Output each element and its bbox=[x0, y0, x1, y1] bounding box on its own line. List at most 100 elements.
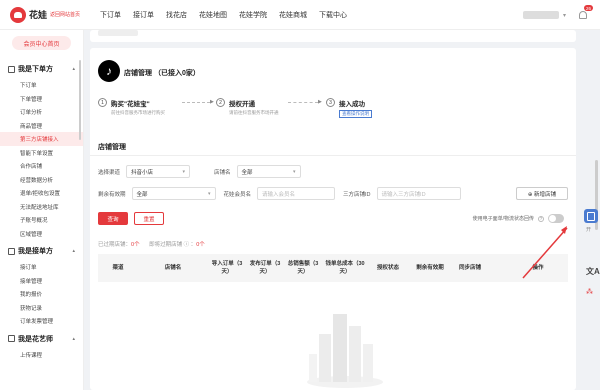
step-connector bbox=[182, 102, 210, 103]
channel-select[interactable]: 抖音小店 ▾ bbox=[126, 165, 191, 178]
notification-bell[interactable]: 26 bbox=[576, 5, 594, 22]
divider bbox=[90, 155, 576, 156]
sidebar-item-partner-shops[interactable]: 合作店铺 bbox=[0, 159, 83, 173]
sidebar-item-place-order[interactable]: 下订单 bbox=[0, 78, 83, 92]
sidebar-item-third-party-shop[interactable]: 第三方店铺接入 bbox=[0, 132, 83, 146]
step-1: 1 购买"花娃宝" 前往抖音服务市场进行购买 bbox=[98, 98, 165, 116]
chevron-down-icon[interactable]: ▾ bbox=[563, 12, 566, 19]
nav-find-shop[interactable]: 找花店 bbox=[166, 10, 187, 20]
col-channel: 渠道 bbox=[112, 264, 124, 271]
expiring-count: 0个 bbox=[196, 242, 205, 248]
chevron-up-icon: ▴ bbox=[72, 335, 75, 342]
nav-mall[interactable]: 花娃商城 bbox=[279, 10, 307, 20]
validity-label: 剩余有效期 bbox=[98, 191, 126, 198]
step-number: 1 bbox=[98, 98, 107, 107]
sidebar-item-order-management[interactable]: 下单管理 bbox=[0, 92, 83, 106]
notification-badge: 26 bbox=[584, 5, 594, 11]
nav-receive-order[interactable]: 接订单 bbox=[133, 10, 154, 20]
validity-select[interactable]: 全部 ▾ bbox=[131, 187, 216, 200]
step-connector bbox=[288, 102, 318, 103]
sidebar-item-refund-settings[interactable]: 退单/拒收包设置 bbox=[0, 186, 83, 200]
sidebar-item-sub-accounts[interactable]: 子账号概况 bbox=[0, 213, 83, 227]
chevron-up-icon: ▴ bbox=[72, 66, 75, 72]
step-3: 3 接入成功 查看操作说明 bbox=[326, 98, 372, 118]
main-content: ♪ 店铺管理 （已接入0家） 1 购买"花娃宝" 前往抖音服务市场进行购买 ▶ … bbox=[90, 30, 580, 390]
reset-button[interactable]: 重置 bbox=[134, 212, 164, 225]
step-desc: 请前往抖音服务市场开通 bbox=[229, 110, 279, 115]
management-title: 店铺管理 bbox=[98, 144, 126, 151]
translate-icon[interactable]: 文A bbox=[586, 266, 600, 277]
sidebar-item-my-quotes[interactable]: 我的报价 bbox=[0, 287, 83, 301]
sidebar-item-goods-records[interactable]: 获物记录 bbox=[0, 301, 83, 315]
col-remaining-validity: 剩余有效期 bbox=[416, 264, 444, 271]
expiry-stats: 已过期店铺：0个 即将过期店铺 ⓘ ：0个 bbox=[98, 240, 205, 248]
filter-row-2: 剩余有效期 全部 ▾ 花娃会员名 请输入会员名 三方店铺ID 请输入三方店铺ID bbox=[98, 187, 461, 200]
back-home-link[interactable]: 返回网站首页 bbox=[50, 11, 80, 18]
access-steps: 1 购买"花娃宝" 前往抖音服务市场进行购买 ▶ 2 授权开通 请前往抖音服务市… bbox=[98, 98, 568, 128]
eorder-toggle-group: 使用电子面单/物流状态回传 ? bbox=[473, 214, 564, 223]
third-shop-id-label: 三方店铺ID bbox=[343, 191, 371, 198]
user-name-blurred[interactable] bbox=[522, 11, 559, 19]
add-shop-button[interactable]: ⊕ 新增店铺 bbox=[516, 187, 568, 200]
shop-access-title: 店铺管理 （已接入0家） bbox=[124, 70, 200, 77]
filter-row-1: 选择渠道 抖音小店 ▾ 店铺名 全部 ▾ bbox=[98, 165, 301, 178]
sidebar-item-receive-order[interactable]: 接订单 bbox=[0, 260, 83, 274]
logo-mark-icon bbox=[10, 6, 26, 23]
member-center-label: 会员中心首页 bbox=[23, 41, 60, 48]
member-name-input[interactable]: 请输入会员名 bbox=[257, 187, 336, 200]
sidebar-group-buyer[interactable]: 我是下单方 ▴ bbox=[0, 60, 83, 78]
member-center-button[interactable]: 会员中心首页 bbox=[12, 36, 71, 50]
member-name-label: 花娃会员名 bbox=[223, 191, 252, 198]
douyin-logo-icon: ♪ bbox=[98, 60, 120, 82]
shop-name-select[interactable]: 全部 ▾ bbox=[236, 165, 301, 178]
logo-text: 花娃 bbox=[29, 10, 48, 20]
receive-icon bbox=[8, 247, 15, 255]
sidebar-item-smart-order[interactable]: 智能下单设置 bbox=[0, 146, 83, 160]
validity-value: 全部 bbox=[136, 191, 148, 198]
step-title: 购买"花娃宝" bbox=[111, 101, 150, 108]
sidebar-item-order-analysis[interactable]: 订单分析 bbox=[0, 105, 83, 119]
document-icon[interactable] bbox=[584, 209, 598, 223]
query-button[interactable]: 查询 bbox=[98, 212, 128, 225]
step-number: 2 bbox=[216, 98, 225, 107]
view-guide-button[interactable]: 查看操作说明 bbox=[339, 110, 372, 118]
step-2: 2 授权开通 请前往抖音服务市场开通 bbox=[216, 98, 279, 116]
sidebar-item-invoice-management[interactable]: 订单发票管理 bbox=[0, 314, 83, 328]
nav-place-order[interactable]: 下订单 bbox=[100, 10, 121, 20]
sidebar-item-region-management[interactable]: 区域管理 bbox=[0, 227, 83, 241]
arrow-right-icon: ▶ bbox=[318, 99, 322, 105]
col-published-orders: 发布订单（3天） bbox=[249, 260, 281, 275]
shop-management-card: 店铺管理 选择渠道 抖音小店 ▾ 店铺名 全部 ▾ 剩余有效期 全部 ▾ 花娃会… bbox=[90, 134, 576, 390]
user-area: ▾ 26 bbox=[522, 5, 594, 22]
channel-label: 选择渠道 bbox=[98, 169, 121, 176]
sidebar-item-receive-management[interactable]: 接单管理 bbox=[0, 274, 83, 288]
sidebar-item-no-delivery-address[interactable]: 无法配送地址库 bbox=[0, 200, 83, 214]
step-desc[interactable]: 前往抖音服务市场进行购买 bbox=[111, 110, 165, 116]
expiring-label: 即将过期店铺 bbox=[149, 242, 183, 248]
sidebar-item-product-management[interactable]: 商品管理 bbox=[0, 119, 83, 133]
shop-access-card: ♪ 店铺管理 （已接入0家） 1 购买"花娃宝" 前往抖音服务市场进行购买 ▶ … bbox=[90, 48, 576, 140]
step-title: 接入成功 bbox=[339, 101, 365, 108]
nav-academy[interactable]: 花娃学院 bbox=[239, 10, 267, 20]
float-toggle-label: 开 bbox=[586, 227, 592, 233]
chevron-down-icon: ▾ bbox=[208, 190, 211, 197]
sidebar-item-business-data[interactable]: 经营数据分析 bbox=[0, 173, 83, 187]
table-header: 渠道 店铺名 导入订单（3天） 发布订单（3天） 总销售额（3天） 钱单总成本（… bbox=[98, 254, 568, 282]
chevron-up-icon: ▴ bbox=[72, 248, 75, 254]
third-shop-id-input[interactable]: 请输入三方店铺ID bbox=[376, 187, 461, 200]
eorder-toggle[interactable] bbox=[548, 214, 564, 223]
sidebar-group-seller[interactable]: 我是接单方 ▴ bbox=[0, 242, 83, 260]
site-logo[interactable]: 花娃 返回网站首页 bbox=[10, 6, 80, 23]
col-sync-shop: 同步店铺 bbox=[458, 264, 481, 271]
sidebar-scrollbar[interactable] bbox=[79, 60, 81, 140]
sidebar-item-upload-course[interactable]: 上传课程 bbox=[0, 348, 83, 362]
eorder-toggle-label: 使用电子面单/物流状态回传 bbox=[472, 216, 534, 222]
nav-map[interactable]: 花娃地图 bbox=[199, 10, 227, 20]
nav-download[interactable]: 下载中心 bbox=[319, 10, 347, 20]
channel-value: 抖音小店 bbox=[131, 169, 154, 176]
apps-icon[interactable]: ⁂ bbox=[586, 288, 593, 296]
help-icon[interactable]: ? bbox=[538, 215, 544, 222]
sidebar-group-florist[interactable]: 我是花艺师 ▴ bbox=[0, 330, 83, 348]
sidebar-group-title: 我是接单方 bbox=[18, 248, 53, 255]
col-total-cost: 钱单总成本（30天） bbox=[325, 260, 365, 275]
